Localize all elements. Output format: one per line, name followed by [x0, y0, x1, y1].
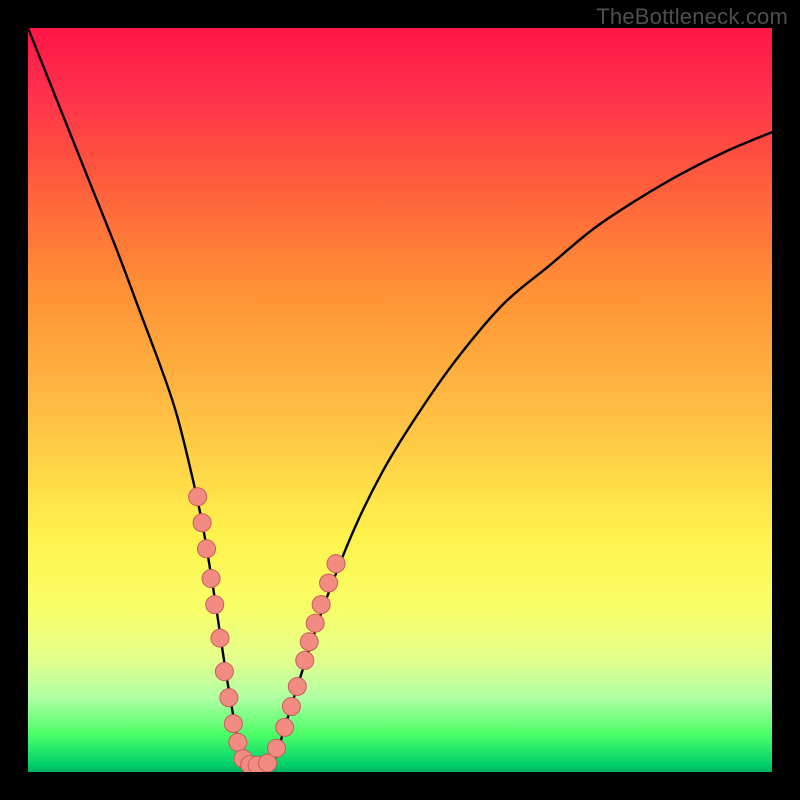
marker-dots [28, 28, 772, 772]
marker-dot [268, 739, 286, 757]
marker-dot [198, 540, 216, 558]
marker-dot [306, 614, 324, 632]
marker-dot [300, 633, 318, 651]
marker-dot [202, 570, 220, 588]
marker-dot [288, 677, 306, 695]
marker-dot [206, 596, 224, 614]
marker-dot [189, 488, 207, 506]
marker-dot [320, 574, 338, 592]
marker-dot [215, 663, 233, 681]
marker-dot [211, 629, 229, 647]
marker-dot [276, 718, 294, 736]
plot-area [28, 28, 772, 772]
marker-dot [193, 514, 211, 532]
marker-dot [220, 689, 238, 707]
marker-dot [312, 596, 330, 614]
watermark-text: TheBottleneck.com [596, 4, 788, 30]
marker-dot [282, 698, 300, 716]
marker-dot [224, 715, 242, 733]
marker-dot [229, 733, 247, 751]
chart-frame: TheBottleneck.com [0, 0, 800, 800]
marker-dot [327, 555, 345, 573]
marker-dot [296, 651, 314, 669]
